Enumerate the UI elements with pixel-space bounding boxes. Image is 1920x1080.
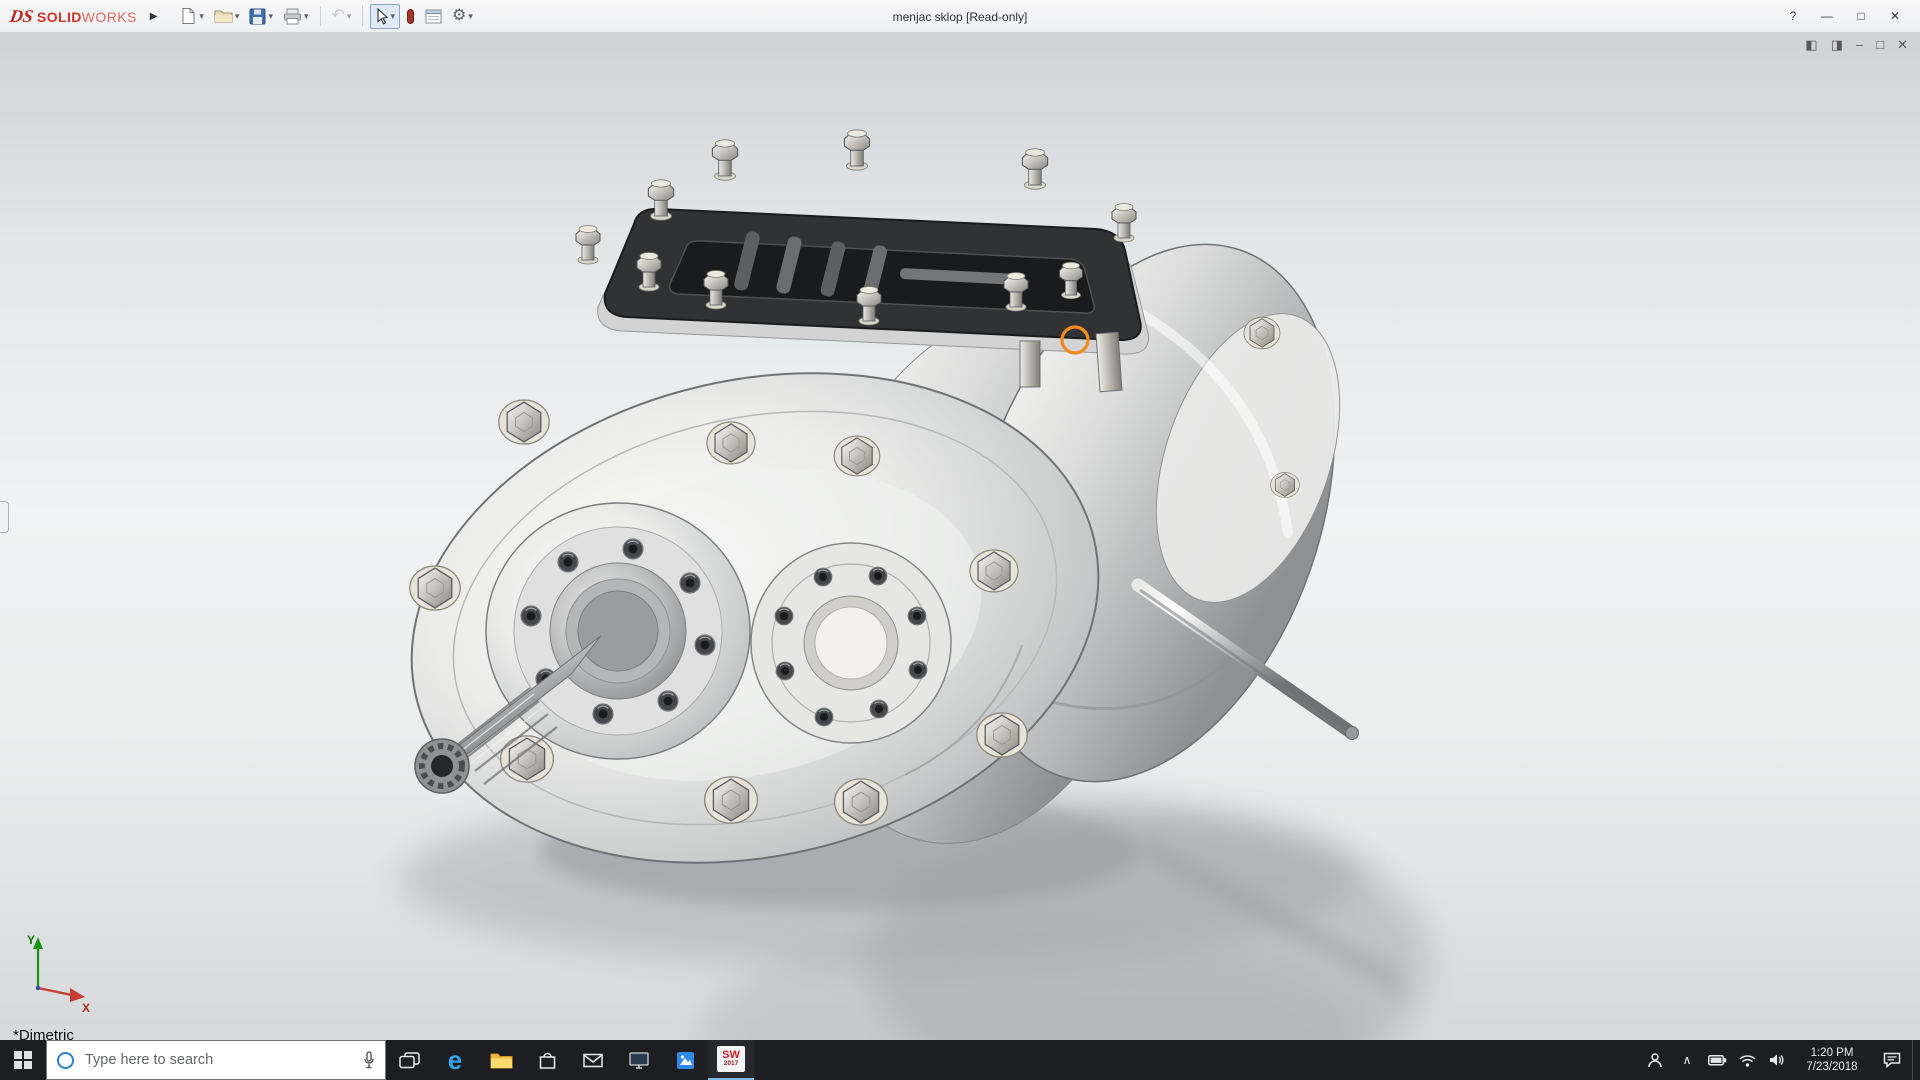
store-button[interactable] xyxy=(524,1040,570,1080)
network-button[interactable] xyxy=(1732,1040,1762,1080)
z-axis-origin xyxy=(36,986,40,990)
select-tool-button[interactable]: ▾ xyxy=(370,4,400,29)
edge-icon: e xyxy=(448,1047,462,1073)
edge-browser-button[interactable]: e xyxy=(432,1040,478,1080)
close-button[interactable]: ✕ xyxy=(1878,0,1912,33)
taskbar-search[interactable] xyxy=(46,1040,386,1080)
select-cursor-icon xyxy=(375,8,388,25)
open-folder-icon xyxy=(214,8,233,24)
graphics-area[interactable]: ◧ ◨ – □ ✕ xyxy=(0,33,1920,1040)
pane-left-icon[interactable]: ◧ xyxy=(1805,38,1817,51)
panel-splitter-tab[interactable] xyxy=(0,501,9,533)
solidworks-logo: DS SOLIDWORKS xyxy=(10,6,137,27)
properties-panel-button[interactable] xyxy=(421,6,446,27)
bearing-flange[interactable] xyxy=(751,543,951,743)
windows-logo-icon xyxy=(14,1051,32,1069)
battery-button[interactable] xyxy=(1702,1040,1732,1080)
gearbox-model-canvas[interactable] xyxy=(0,33,1920,1040)
microphone-icon[interactable] xyxy=(363,1051,375,1069)
document-window-controls: ◧ ◨ – □ ✕ xyxy=(1805,38,1908,51)
solidworks-window: DS SOLIDWORKS ▶ ▾ ▾ ▾ ▾ ↶ xyxy=(0,0,1920,1080)
open-button[interactable]: ▾ xyxy=(210,5,244,27)
wifi-icon xyxy=(1739,1054,1756,1067)
doc-minimize-button[interactable]: – xyxy=(1856,38,1863,51)
taskbar-clock[interactable]: 1:20 PM 7/23/2018 xyxy=(1792,1040,1872,1080)
save-icon xyxy=(249,8,266,25)
clock-date: 7/23/2018 xyxy=(1806,1060,1857,1074)
store-bag-icon xyxy=(538,1051,557,1070)
speaker-icon xyxy=(1769,1053,1785,1067)
gearbox-model[interactable] xyxy=(362,130,1430,1040)
undo-icon: ↶ xyxy=(332,8,345,24)
quick-access-toolbar: ▾ ▾ ▾ ▾ ↶ ▾ ▾ xyxy=(176,4,476,29)
undo-button[interactable]: ↶ ▾ xyxy=(328,5,356,27)
volume-button[interactable] xyxy=(1762,1040,1792,1080)
doc-close-button[interactable]: ✕ xyxy=(1897,38,1908,51)
properties-panel-icon xyxy=(425,9,442,24)
search-input[interactable] xyxy=(83,1051,354,1069)
new-document-button[interactable]: ▾ xyxy=(176,4,208,28)
doc-restore-button[interactable]: □ xyxy=(1876,38,1884,51)
file-explorer-button[interactable] xyxy=(478,1040,524,1080)
print-icon xyxy=(283,8,302,25)
save-button[interactable]: ▾ xyxy=(245,5,277,28)
monitor-icon xyxy=(629,1052,649,1069)
pane-right-icon[interactable]: ◨ xyxy=(1831,38,1843,51)
photos-icon xyxy=(676,1051,695,1070)
action-center-icon xyxy=(1883,1052,1901,1068)
mail-envelope-icon xyxy=(583,1053,603,1068)
window-controls: ? — □ ✕ xyxy=(1776,0,1920,33)
help-button[interactable]: ? xyxy=(1776,0,1810,33)
maximize-button[interactable]: □ xyxy=(1844,0,1878,33)
windows-taskbar: e xyxy=(0,1040,1920,1080)
new-document-icon xyxy=(180,7,197,25)
battery-icon xyxy=(1708,1055,1727,1066)
toolbar-separator xyxy=(320,6,321,26)
menu-flyout-arrow[interactable]: ▶ xyxy=(145,9,163,24)
show-desktop-button[interactable] xyxy=(1912,1040,1920,1080)
cortana-icon xyxy=(57,1052,74,1069)
y-axis-label: Y xyxy=(27,933,35,947)
people-button[interactable] xyxy=(1638,1040,1672,1080)
toolbar-separator xyxy=(362,6,363,26)
orientation-triad: Y X xyxy=(22,930,102,1014)
start-button[interactable] xyxy=(0,1040,46,1080)
people-icon xyxy=(1647,1052,1663,1068)
monitor-app-button[interactable] xyxy=(616,1040,662,1080)
minimize-button[interactable]: — xyxy=(1810,0,1844,33)
x-axis-label: X xyxy=(82,1001,90,1014)
file-explorer-icon xyxy=(490,1051,513,1069)
action-center-button[interactable] xyxy=(1872,1040,1912,1080)
solidworks-taskbar-button[interactable]: SW 2017 xyxy=(708,1040,754,1080)
red-cylinder-icon xyxy=(406,8,415,25)
chevron-up-icon: ∧ xyxy=(1683,1053,1692,1067)
mail-button[interactable] xyxy=(570,1040,616,1080)
taskbar-spacer xyxy=(754,1040,1638,1080)
task-view-icon xyxy=(399,1052,420,1069)
task-view-button[interactable] xyxy=(386,1040,432,1080)
logo-ds: DS xyxy=(8,6,35,27)
appearance-tool-button[interactable] xyxy=(402,5,419,28)
print-button[interactable]: ▾ xyxy=(279,5,313,28)
solidworks-app-icon: SW 2017 xyxy=(717,1046,745,1072)
view-orientation-label: *Dimetric xyxy=(13,1027,74,1040)
document-title: menjac sklop [Read-only] xyxy=(893,0,1028,33)
tray-overflow-button[interactable]: ∧ xyxy=(1672,1040,1702,1080)
options-button[interactable]: ⚙ ▾ xyxy=(448,5,477,27)
x-axis-arrow xyxy=(70,988,85,1002)
system-tray: ∧ xyxy=(1638,1040,1920,1080)
photos-app-button[interactable] xyxy=(662,1040,708,1080)
clock-time: 1:20 PM xyxy=(1811,1046,1854,1060)
title-bar: DS SOLIDWORKS ▶ ▾ ▾ ▾ ▾ ↶ xyxy=(0,0,1920,33)
gear-icon: ⚙ xyxy=(452,8,466,24)
